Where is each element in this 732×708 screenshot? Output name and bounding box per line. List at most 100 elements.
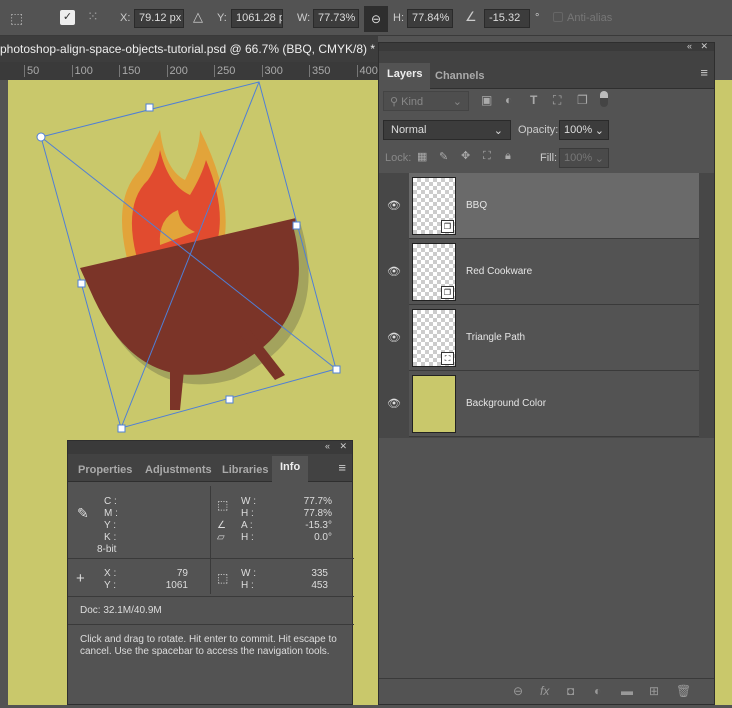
layer-red-cookware[interactable]: 👁︎ ❐ Red Cookware: [387, 239, 699, 305]
scale-icon: ⬚: [217, 498, 229, 512]
lock-paint-icon[interactable]: ✎: [439, 150, 448, 163]
layer-thumbnail: ❐: [412, 243, 456, 301]
adjustment-layer-icon[interactable]: ◐: [594, 684, 601, 698]
layers-panel: «✕ Layers Channels ≡ ⚲ Kind ⌄ ▣ ◐ T ⛶ ❐ …: [378, 41, 715, 705]
lock-artboard-icon[interactable]: ⛶: [483, 150, 491, 163]
y-value: 1061: [165, 580, 188, 591]
grill-leg-left: [170, 360, 185, 410]
angle-input[interactable]: -15.32: [484, 9, 530, 28]
bit-depth: 8-bit: [97, 544, 117, 555]
layers-footer: ⊖ fx ◘ ◐ ▬ ⊞ 🗑︎: [379, 678, 714, 704]
fx-icon[interactable]: fx: [540, 684, 549, 698]
fill-input[interactable]: 100% ⌄: [559, 148, 609, 168]
x-value: 79: [176, 568, 188, 579]
eyedropper-icon: ✎: [77, 505, 89, 521]
angle-icon: ∠: [217, 520, 226, 531]
visibility-eye-icon[interactable]: 👁︎: [387, 331, 401, 344]
k-label: K :: [104, 532, 117, 543]
visibility-eye-icon[interactable]: 👁︎: [387, 397, 401, 410]
layer-name: Background Color: [466, 398, 547, 409]
opacity-label: Opacity:: [518, 124, 559, 136]
panel-menu-icon[interactable]: ≡: [338, 460, 346, 475]
layer-thumbnail: ❐: [412, 177, 456, 235]
add-mask-icon[interactable]: ◘: [567, 684, 574, 698]
tab-libraries[interactable]: Libraries: [214, 459, 276, 481]
reference-point-checkbox[interactable]: ✓: [60, 10, 75, 25]
layer-background-color[interactable]: 👁︎ Background Color: [387, 371, 699, 437]
antialias-checkbox[interactable]: [553, 12, 563, 22]
layer-bbq[interactable]: 👁︎ ❐ BBQ: [387, 173, 699, 239]
h-value: 77.8%: [303, 508, 332, 519]
filter-kind-select[interactable]: ⚲ Kind ⌄: [383, 91, 469, 111]
filter-adjustment-icon[interactable]: ◐: [505, 93, 512, 107]
canvas-edge: [715, 80, 732, 705]
ruler-tick: 100: [71, 65, 93, 77]
transform-tool-icon[interactable]: ⬚: [10, 10, 23, 27]
filter-toggle[interactable]: [600, 91, 608, 107]
link-layers-icon[interactable]: ⊖: [513, 684, 523, 698]
w-label: W:: [297, 12, 311, 24]
tab-adjustments[interactable]: Adjustments: [137, 459, 220, 481]
h-label: H:: [393, 12, 404, 24]
collapse-icon[interactable]: «: [687, 41, 692, 51]
angle-icon: ∠: [465, 9, 477, 24]
delta-icon[interactable]: △: [193, 9, 203, 25]
smart-object-icon: ❐: [441, 286, 454, 299]
tab-properties[interactable]: Properties: [70, 459, 140, 481]
close-panel-icon[interactable]: ✕: [339, 441, 347, 452]
x-label: X:: [120, 12, 131, 24]
lock-label: Lock:: [385, 152, 412, 164]
filter-pixel-icon[interactable]: ▣: [481, 93, 492, 107]
x-input[interactable]: 79.12 px: [134, 9, 184, 28]
layer-triangle-path[interactable]: 👁︎ ⛶ Triangle Path: [387, 305, 699, 371]
lock-transparent-icon[interactable]: ▦: [417, 150, 427, 163]
x-label: X :: [104, 568, 117, 579]
ruler-tick: 150: [119, 65, 140, 77]
panel-menu-icon[interactable]: ≡: [700, 65, 708, 80]
filter-shape-icon[interactable]: ⛶: [553, 93, 561, 108]
filter-smart-object-icon[interactable]: ❐: [577, 93, 588, 107]
info-panel: « ✕ Properties Adjustments Libraries Info…: [67, 440, 354, 705]
y-label: Y:: [217, 12, 227, 24]
ruler-tick: 300: [261, 65, 283, 77]
visibility-eye-icon[interactable]: 👁︎: [387, 199, 401, 212]
smart-object-icon: ❐: [441, 220, 454, 233]
layer-thumbnail: [412, 375, 456, 433]
layer-list: 👁︎ ❐ BBQ 👁︎ ❐ Red Cookware 👁︎ ⛶ Triangle Path …: [379, 173, 714, 438]
doc-size: Doc: 32.1M/40.9M: [80, 605, 162, 616]
h-label: H :: [241, 508, 254, 519]
link-icon[interactable]: ⊖: [364, 6, 388, 32]
size-w-value: 335: [311, 568, 328, 579]
lock-all-icon[interactable]: 🔒︎: [505, 150, 511, 163]
group-icon[interactable]: ▬: [621, 684, 633, 698]
filter-type-icon[interactable]: T: [530, 93, 537, 107]
horizontal-ruler: 50100150200250300350400450500550: [0, 62, 520, 80]
size-h-value: 453: [311, 580, 328, 591]
tab-info[interactable]: Info: [272, 456, 308, 483]
w-input[interactable]: 77.73%: [313, 9, 359, 28]
document-tab[interactable]: photoshop-align-space-objects-tutorial.p…: [0, 36, 389, 62]
document-title: photoshop-align-space-objects-tutorial.p…: [0, 42, 376, 56]
lock-move-icon[interactable]: ✥: [461, 149, 470, 162]
y-input[interactable]: 1061.28 px: [231, 9, 283, 28]
visibility-eye-icon[interactable]: 👁︎: [387, 265, 401, 278]
tab-layers[interactable]: Layers: [379, 63, 431, 89]
size-icon: ⬚: [217, 571, 229, 585]
blend-mode-select[interactable]: Normal ⌄: [383, 120, 511, 140]
layer-name: Triangle Path: [466, 332, 526, 343]
reference-point-grid-icon[interactable]: ⁙: [87, 8, 99, 25]
fill-label: Fill:: [540, 152, 558, 164]
layer-name: BBQ: [466, 200, 488, 211]
collapse-icon[interactable]: «: [325, 441, 330, 451]
m-label: M :: [104, 508, 118, 519]
h-input[interactable]: 77.84%: [407, 9, 453, 28]
opacity-input[interactable]: 100% ⌄: [559, 120, 609, 140]
layer-name: Red Cookware: [466, 266, 533, 277]
ruler-tick: 350: [309, 65, 330, 77]
crosshair-icon: +: [76, 570, 85, 587]
antialias-label: Anti-alias: [567, 12, 613, 24]
new-layer-icon[interactable]: ⊞: [649, 684, 659, 698]
tab-channels[interactable]: Channels: [427, 65, 493, 87]
angle-label: A :: [241, 520, 253, 531]
delete-layer-icon[interactable]: 🗑︎: [676, 684, 691, 698]
